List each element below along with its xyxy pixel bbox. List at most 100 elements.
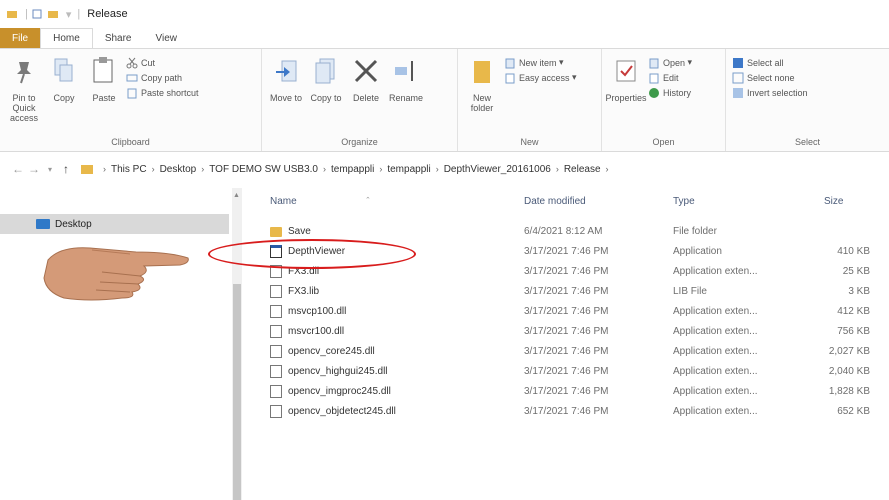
table-row[interactable]: msvcp100.dll 3/17/2021 7:46 PM Application… xyxy=(250,303,889,321)
breadcrumb[interactable]: › This PC › Desktop › TOF DEMO SW USB3.0… xyxy=(80,158,620,180)
history-button[interactable]: History xyxy=(648,85,692,100)
up-arrow-icon[interactable]: ↑ xyxy=(58,162,74,176)
back-arrow-icon[interactable]: ← xyxy=(10,162,26,176)
file-date: 3/17/2021 7:46 PM xyxy=(524,346,609,357)
scroll-up-icon[interactable]: ▲ xyxy=(233,192,240,199)
group-organize: Move to Copy to Delete Rename Organize xyxy=(262,49,458,151)
file-icon xyxy=(270,405,282,418)
crumb-release[interactable]: Release xyxy=(564,164,601,175)
column-name[interactable]: Name xyxy=(270,196,297,207)
column-type[interactable]: Type xyxy=(673,196,695,207)
table-row[interactable]: opencv_highgui245.dll 3/17/2021 7:46 PM Ap… xyxy=(250,363,889,381)
file-type: Application exten... xyxy=(673,306,758,317)
file-name[interactable]: opencv_core245.dll xyxy=(288,346,375,357)
desktop-icon xyxy=(36,219,50,229)
nav-scrollbar[interactable]: ▲ xyxy=(232,188,242,500)
crumb-depthviewer[interactable]: DepthViewer_20161006 xyxy=(444,164,551,175)
recent-locations-dropdown-icon[interactable]: ▾ xyxy=(42,165,58,174)
file-type: LIB File xyxy=(673,286,707,297)
crumb-separator: › xyxy=(605,164,609,174)
new-folder-quick-icon[interactable] xyxy=(47,8,59,20)
invert-selection-button[interactable]: Invert selection xyxy=(732,85,808,100)
crumb-tof-demo[interactable]: TOF DEMO SW USB3.0 xyxy=(209,164,318,175)
cut-button[interactable]: Cut xyxy=(126,55,199,70)
file-name[interactable]: msvcr100.dll xyxy=(288,326,344,337)
open-button[interactable]: Open ▾ xyxy=(648,55,692,70)
table-row[interactable]: Save 6/4/2021 8:12 AM File folder xyxy=(250,223,889,241)
table-row[interactable]: opencv_objdetect245.dll 3/17/2021 7:46 PM… xyxy=(250,403,889,421)
paste-icon xyxy=(93,57,113,83)
table-row[interactable]: msvcr100.dll 3/17/2021 7:46 PM Application… xyxy=(250,323,889,341)
copy-to-icon xyxy=(315,58,335,84)
table-row[interactable]: opencv_core245.dll 3/17/2021 7:46 PM Appli… xyxy=(250,343,889,361)
file-name[interactable]: opencv_highgui245.dll xyxy=(288,366,388,377)
tab-share[interactable]: Share xyxy=(93,28,144,48)
history-icon xyxy=(649,87,659,98)
scroll-thumb[interactable] xyxy=(233,284,241,500)
pin-icon xyxy=(17,62,31,84)
window-title: Release xyxy=(87,8,128,20)
copy-icon xyxy=(54,58,73,82)
crumb-desktop[interactable]: Desktop xyxy=(160,164,197,175)
file-icon xyxy=(270,305,282,318)
file-icon xyxy=(270,345,282,358)
column-size[interactable]: Size xyxy=(824,196,843,207)
easy-access-button[interactable]: Easy access ▾ xyxy=(504,70,577,85)
edit-button[interactable]: Edit xyxy=(648,70,692,85)
file-date: 3/17/2021 7:46 PM xyxy=(524,306,609,317)
delete-x-icon xyxy=(354,59,378,83)
new-item-label: New item xyxy=(519,57,557,68)
column-date-modified[interactable]: Date modified xyxy=(524,196,586,207)
file-date: 3/17/2021 7:46 PM xyxy=(524,406,609,417)
nav-item-desktop-label: Desktop xyxy=(55,218,92,230)
file-date: 3/17/2021 7:46 PM xyxy=(524,246,609,257)
group-label-organize: Organize xyxy=(341,137,378,147)
file-name[interactable]: Save xyxy=(288,226,311,237)
file-date: 3/17/2021 7:46 PM xyxy=(524,386,609,397)
file-size: 410 KB xyxy=(837,246,870,257)
address-bar: ← → ▾ ↑ › This PC › Desktop › TOF DEMO S… xyxy=(0,152,889,186)
group-label-clipboard: Clipboard xyxy=(111,137,150,147)
paste-label: Paste xyxy=(92,93,116,103)
nav-item-desktop[interactable]: Desktop xyxy=(0,214,229,234)
crumb-this-pc[interactable]: This PC xyxy=(111,164,147,175)
copy-path-button[interactable]: Copy path xyxy=(126,70,199,85)
select-all-label: Select all xyxy=(747,57,784,68)
file-name[interactable]: FX3.lib xyxy=(288,286,319,297)
file-list-header: ⌃ Name Date modified Type Size xyxy=(250,188,889,210)
tab-file[interactable]: File xyxy=(0,28,41,48)
table-row[interactable]: opencv_imgproc245.dll 3/17/2021 7:46 PM Ap… xyxy=(250,383,889,401)
tab-home[interactable]: Home xyxy=(40,28,93,48)
edit-label: Edit xyxy=(663,72,679,83)
group-clipboard: Pin to Quick access Copy Paste Cut Copy … xyxy=(0,49,262,151)
file-date: 3/17/2021 7:46 PM xyxy=(524,366,609,377)
file-name[interactable]: opencv_objdetect245.dll xyxy=(288,406,396,417)
select-none-icon xyxy=(732,72,744,83)
file-date: 3/17/2021 7:46 PM xyxy=(524,286,609,297)
paste-shortcut-label: Paste shortcut xyxy=(141,87,199,98)
crumb-tempappli-1[interactable]: tempappli xyxy=(331,164,374,175)
select-all-icon xyxy=(733,57,743,68)
paste-shortcut-button[interactable]: Paste shortcut xyxy=(126,85,199,100)
crumb-separator: › xyxy=(435,164,439,174)
properties-icon xyxy=(616,60,636,82)
new-item-button[interactable]: New item ▾ xyxy=(504,55,577,70)
file-name[interactable]: msvcp100.dll xyxy=(288,306,346,317)
select-none-button[interactable]: Select none xyxy=(732,70,808,85)
forward-arrow-icon[interactable]: → xyxy=(26,162,42,176)
properties-quick-icon[interactable] xyxy=(31,8,43,20)
copy-path-label: Copy path xyxy=(141,72,183,83)
quick-access-dropdown-icon[interactable]: ▾ xyxy=(66,8,72,21)
file-name[interactable]: opencv_imgproc245.dll xyxy=(288,386,391,397)
file-icon xyxy=(270,365,282,378)
pointing-hand-image xyxy=(43,247,189,301)
table-row[interactable]: FX3.lib 3/17/2021 7:46 PM LIB File 3 KB xyxy=(250,283,889,301)
crumb-tempappli-2[interactable]: tempappli xyxy=(387,164,430,175)
file-type: Application exten... xyxy=(673,326,758,337)
file-size: 2,040 KB xyxy=(828,366,870,377)
invert-selection-label: Invert selection xyxy=(747,87,808,98)
edit-icon xyxy=(649,73,659,83)
tab-view[interactable]: View xyxy=(144,28,190,48)
select-all-button[interactable]: Select all xyxy=(732,55,808,70)
file-type: Application xyxy=(673,246,722,257)
